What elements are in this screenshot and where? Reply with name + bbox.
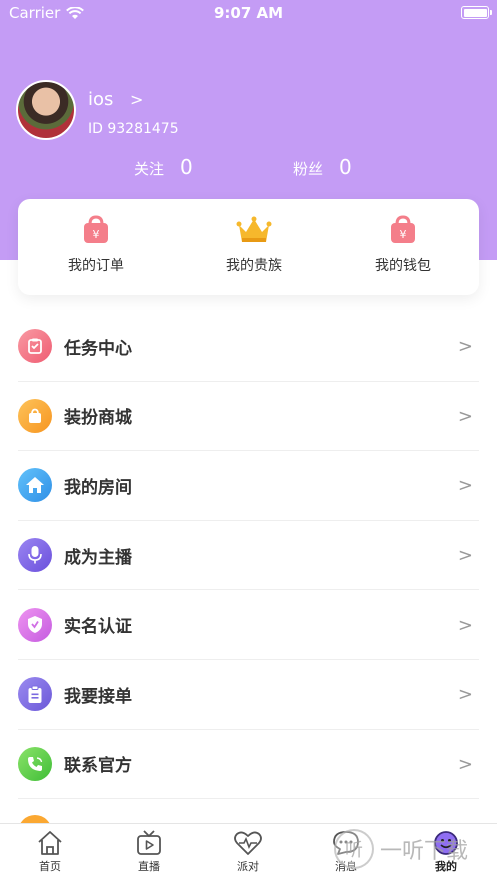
user-name[interactable]: ios: [88, 89, 113, 110]
orders-bag-icon: ¥: [84, 215, 108, 243]
microphone-icon: [18, 538, 52, 573]
crown-icon: [236, 216, 272, 242]
menu-item-my-room[interactable]: 我的房间 >: [18, 451, 479, 521]
follow-label: 关注: [134, 160, 165, 178]
watermark-text: 一听下载: [380, 839, 469, 864]
follow-stat[interactable]: 关注 0: [134, 155, 193, 179]
clipboard-icon: [18, 677, 52, 712]
chevron-right-icon: >: [457, 545, 473, 567]
menu-label: 实名认证: [64, 617, 132, 638]
menu-label: 我要接单: [64, 686, 132, 707]
fans-count: 0: [339, 155, 352, 179]
fans-stat[interactable]: 粉丝 0: [293, 155, 352, 179]
battery-icon: [461, 6, 492, 19]
watermark-logo-icon: 听: [334, 829, 374, 869]
chevron-right-icon: >: [457, 753, 473, 775]
my-orders-label: 我的订单: [68, 258, 124, 274]
watermark: 听 一听下载: [334, 829, 468, 869]
avatar[interactable]: [16, 80, 76, 140]
menu-label: 装扮商城: [64, 408, 132, 429]
tab-party-label: 派对: [237, 860, 259, 873]
my-wallet-button[interactable]: ¥ 我的钱包: [343, 215, 463, 275]
tab-home-label: 首页: [39, 860, 61, 873]
tab-party[interactable]: 派对: [218, 830, 278, 874]
menu-label: 任务中心: [64, 338, 132, 359]
chevron-right-icon: >: [457, 475, 473, 497]
chevron-right-icon: >: [457, 614, 473, 636]
chevron-right-icon: >: [457, 336, 473, 358]
my-orders-button[interactable]: ¥ 我的订单: [36, 215, 156, 275]
tab-live-label: 直播: [138, 860, 160, 873]
tab-live[interactable]: 直播: [119, 830, 179, 874]
my-noble-label: 我的贵族: [226, 258, 282, 274]
menu-item-dress-up-shop[interactable]: 装扮商城 >: [18, 382, 479, 452]
home-outline-icon: [38, 831, 62, 855]
menu-label: 联系官方: [64, 756, 132, 777]
menu-item-become-host[interactable]: 成为主播 >: [18, 521, 479, 591]
task-center-icon: [18, 329, 52, 364]
my-wallet-label: 我的钱包: [375, 258, 431, 274]
tab-home[interactable]: 首页: [20, 830, 80, 874]
chevron-right-icon: >: [457, 405, 473, 427]
quick-actions-card: ¥ 我的订单 我的贵族 ¥ 我的钱包: [18, 199, 479, 295]
status-bar: Carrier 9:07 AM: [0, 0, 497, 26]
chevron-right-icon: >: [457, 684, 473, 706]
dress-up-shop-icon: [18, 398, 52, 433]
phone-icon: [18, 746, 52, 781]
heart-pulse-icon: [234, 831, 262, 855]
menu-item-contact-official[interactable]: 联系官方 >: [18, 730, 479, 800]
chevron-right-icon[interactable]: >: [130, 90, 143, 109]
home-icon: [18, 468, 52, 503]
svg-text:¥: ¥: [400, 228, 407, 241]
user-id: ID 93281475: [88, 121, 179, 137]
menu-label: 我的房间: [64, 477, 132, 498]
menu-item-task-center[interactable]: 任务中心 >: [18, 312, 479, 382]
status-time: 9:07 AM: [213, 4, 284, 22]
svg-text:¥: ¥: [93, 228, 100, 241]
verified-shield-icon: [18, 607, 52, 642]
follow-count: 0: [180, 155, 193, 179]
settings-menu: 任务中心 > 装扮商城 > 我的房间 > 成为主播 > 实名认证 > 我要接单 …: [18, 312, 479, 850]
menu-label: 成为主播: [64, 547, 132, 568]
fans-label: 粉丝: [293, 160, 324, 178]
menu-item-accept-orders[interactable]: 我要接单 >: [18, 660, 479, 730]
tv-play-icon: [137, 830, 161, 855]
my-noble-button[interactable]: 我的贵族: [194, 215, 314, 275]
menu-item-real-name-verification[interactable]: 实名认证 >: [18, 590, 479, 660]
wallet-bag-icon: ¥: [391, 215, 415, 243]
